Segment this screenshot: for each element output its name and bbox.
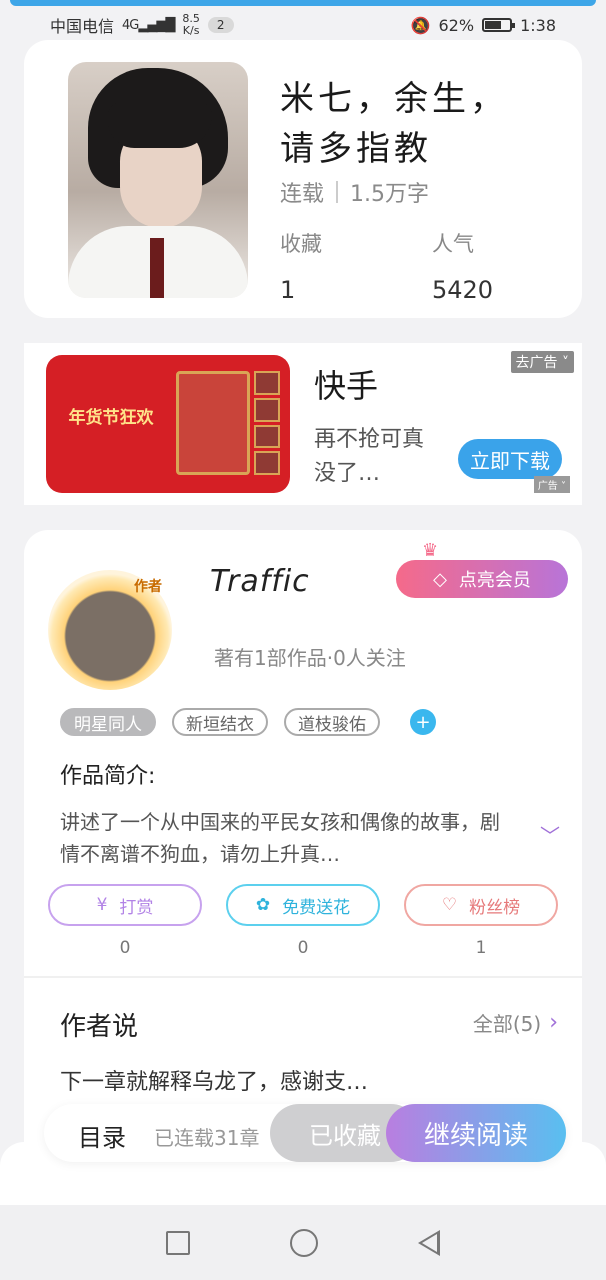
- diamond-icon: ◇: [433, 568, 447, 590]
- network-speed: 8.5 K/s: [182, 13, 200, 37]
- popularity-label: 人气: [432, 232, 474, 256]
- reward-label: 打赏: [119, 897, 154, 918]
- ad-description: 再不抢可真没了…: [314, 427, 425, 486]
- send-flower-button[interactable]: ✿ 免费送花: [226, 884, 380, 926]
- author-card: 作者 Traffic 著有1部作品·0人关注 ♛ ◇ 点亮会员 明星同人 新垣结…: [24, 530, 582, 1170]
- author-says-text[interactable]: 下一章就解释乌龙了，感谢支…: [60, 1064, 368, 1096]
- divider: [24, 976, 582, 978]
- favorites-value: 1: [280, 276, 296, 304]
- status-right: 🔕 62% 1:38: [411, 16, 556, 35]
- view-all-label: 全部(5): [472, 1012, 542, 1036]
- system-nav-bar: [0, 1205, 606, 1280]
- ad-banner-text: 年货节狂欢: [68, 408, 154, 428]
- expand-chevron-icon[interactable]: ﹀: [540, 820, 560, 849]
- ad-banner[interactable]: 年货节狂欢 快手 再不抢可真没了… 去广告 ˅ 立即下载 广告 ˅: [24, 343, 582, 505]
- chapter-count: 已连载31章: [154, 1126, 260, 1150]
- remove-ad-label: 去广告: [515, 355, 558, 371]
- intro-text: 讲述了一个从中国来的平民女孩和偶像的故事，剧情不离谱不狗血，请勿上升真…: [60, 810, 500, 866]
- book-info-card: 米七，余生，请多指教 连载 1.5万字 收藏 1 人气 5420: [24, 40, 582, 318]
- carrier-label: 中国电信: [50, 17, 115, 36]
- author-says-title: 作者说: [60, 1012, 139, 1042]
- remove-ad-button[interactable]: 去广告 ˅: [510, 351, 574, 373]
- book-cover-image[interactable]: [68, 62, 248, 298]
- popularity-value: 5420: [432, 276, 494, 304]
- action-buttons: ¥ 打赏 0 ✿ 免费送花 0 ♡ 粉丝榜 1: [48, 884, 558, 958]
- continue-reading-button[interactable]: 继续阅读: [386, 1104, 566, 1162]
- fans-count: 1: [475, 938, 487, 958]
- ad-image[interactable]: 年货节狂欢: [46, 355, 290, 493]
- author-info: 著有1部作品·0人关注: [214, 646, 406, 670]
- book-title: 米七，余生，请多指教: [280, 79, 508, 169]
- crown-icon: ♛: [422, 540, 439, 561]
- ad-thumbnails: [254, 371, 280, 475]
- reward-action: ¥ 打赏 0: [48, 884, 202, 958]
- toc-button[interactable]: 目录: [78, 1118, 126, 1153]
- author-avatar-tag: 作者: [134, 579, 162, 595]
- tag-pill[interactable]: 道枝骏佑: [284, 708, 380, 736]
- reward-count: 0: [119, 938, 131, 958]
- meta-divider: [336, 181, 339, 203]
- vip-label: 点亮会员: [458, 570, 531, 591]
- send-flower-label: 免费送花: [282, 897, 351, 918]
- download-button[interactable]: 立即下载: [458, 439, 562, 479]
- user-heart-icon: ♡: [441, 895, 458, 915]
- ad-photo: [176, 371, 250, 475]
- book-meta: 连载 1.5万字: [280, 176, 429, 208]
- ad-title: 快手: [314, 367, 379, 405]
- bottom-action-bar: 目录 已连载31章 已收藏 继续阅读: [44, 1104, 566, 1162]
- favorites-label: 收藏: [280, 232, 322, 256]
- back-icon[interactable]: [418, 1229, 440, 1256]
- book-status: 连载: [280, 182, 325, 207]
- ad-tag[interactable]: 广告 ˅: [533, 476, 570, 493]
- flower-icon: ✿: [255, 895, 271, 915]
- signal-icon: 4G▂▄▆█: [122, 17, 175, 33]
- ad-tag-label: 广告: [537, 481, 558, 492]
- speed-unit: K/s: [182, 24, 200, 37]
- add-tag-icon[interactable]: +: [410, 709, 436, 735]
- author-name[interactable]: Traffic: [210, 564, 310, 599]
- fan-ranking-label: 粉丝榜: [469, 897, 521, 918]
- recents-icon[interactable]: [166, 1230, 190, 1255]
- flower-count: 0: [297, 938, 309, 958]
- clock: 1:38: [520, 15, 556, 35]
- vip-button[interactable]: ◇ 点亮会员: [396, 560, 568, 598]
- tag-list: 明星同人 新垣结衣 道枝骏佑 +: [60, 708, 436, 736]
- popularity-stat: 人气 5420: [432, 228, 493, 304]
- notification-badge: 2: [207, 17, 234, 33]
- flower-action: ✿ 免费送花 0: [226, 884, 380, 958]
- fan-ranking-button[interactable]: ♡ 粉丝榜: [404, 884, 558, 926]
- status-left: 中国电信 4G▂▄▆█ 8.5 K/s 2: [50, 13, 234, 37]
- word-count: 1.5万字: [350, 182, 430, 207]
- intro-title: 作品简介:: [60, 764, 156, 789]
- fans-action: ♡ 粉丝榜 1: [404, 884, 558, 958]
- status-bar: 中国电信 4G▂▄▆█ 8.5 K/s 2 🔕 62% 1:38: [0, 6, 606, 44]
- network-type: 4G: [122, 17, 139, 33]
- home-icon[interactable]: [290, 1228, 318, 1257]
- mute-bell-icon: 🔕: [410, 15, 431, 35]
- tag-pill[interactable]: 新垣结衣: [172, 708, 268, 736]
- tag-pill[interactable]: 明星同人: [60, 708, 156, 736]
- battery-icon: [482, 18, 516, 32]
- reward-button[interactable]: ¥ 打赏: [48, 884, 202, 926]
- author-avatar[interactable]: 作者: [48, 570, 172, 690]
- yen-icon: ¥: [96, 895, 108, 915]
- view-all-link[interactable]: 全部(5) ›: [473, 1008, 558, 1037]
- battery-percent: 62%: [438, 15, 475, 35]
- chevron-right-icon: ›: [549, 1010, 558, 1035]
- favorites-stat: 收藏 1: [280, 228, 322, 304]
